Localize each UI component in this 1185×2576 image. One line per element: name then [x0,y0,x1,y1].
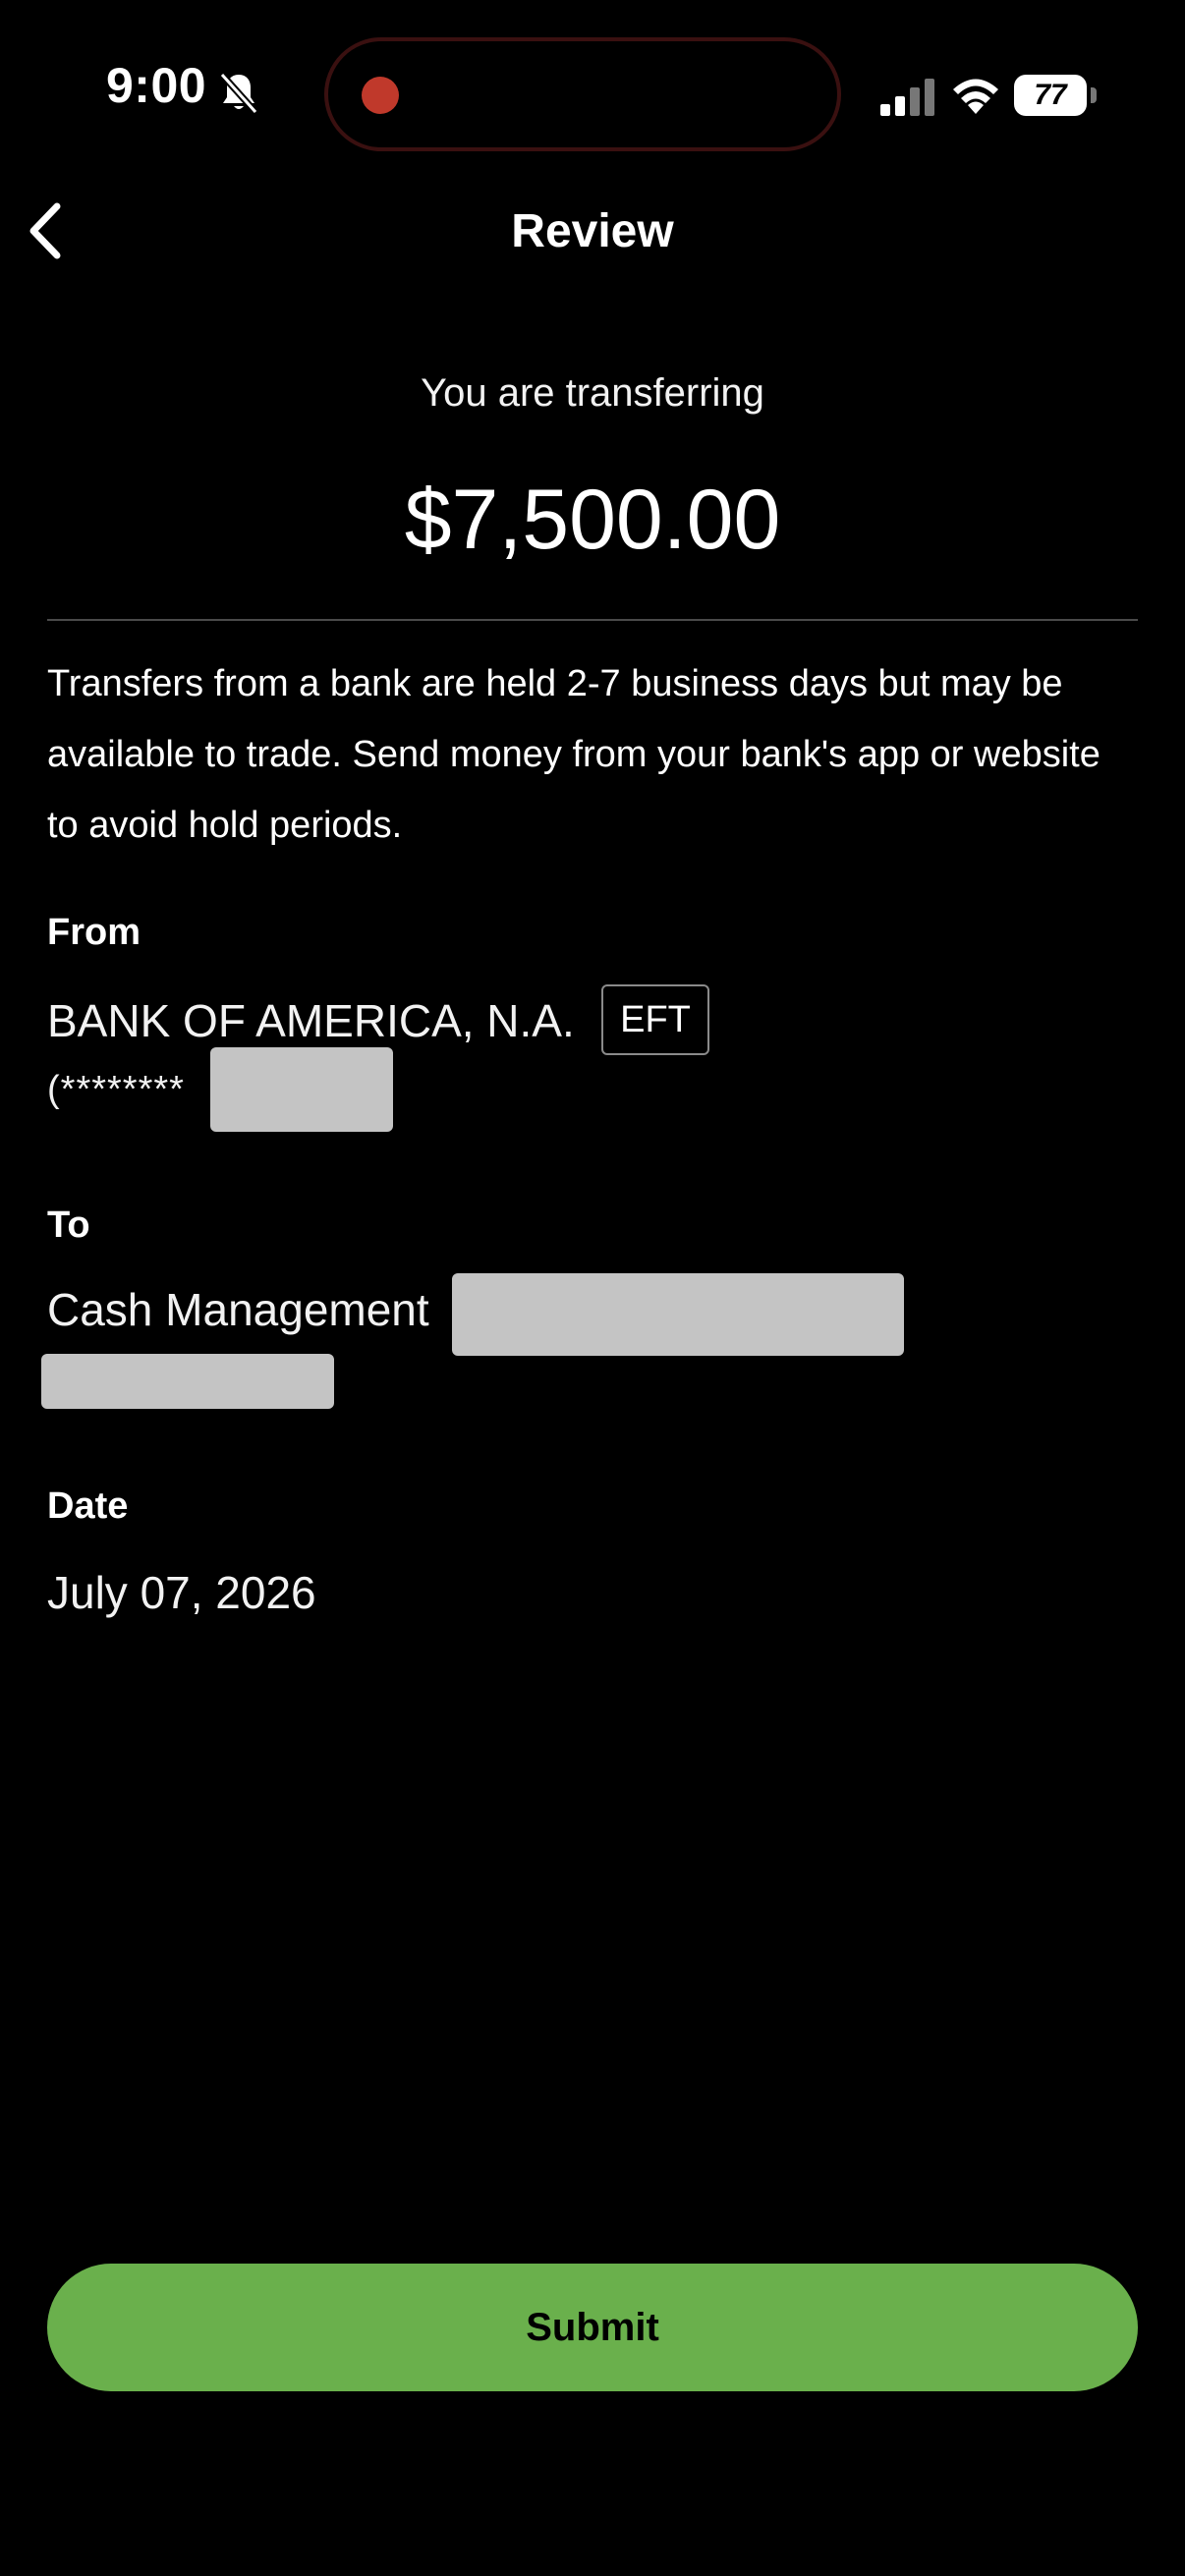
date-value: July 07, 2026 [47,1567,316,1618]
hold-notice: Transfers from a bank are held 2-7 busin… [47,663,1100,846]
eft-badge: EFT [601,984,709,1055]
submit-button[interactable]: Submit [47,2264,1138,2391]
transfer-subtitle: You are transferring [421,371,764,415]
dynamic-island [324,37,841,151]
recording-indicator-icon [362,77,399,114]
battery-level: 77 [1034,79,1067,111]
from-label: From [47,912,141,953]
cellular-signal-icon [880,79,934,116]
from-bank-name: BANK OF AMERICA, N.A. [47,995,575,1046]
page-title: Review [511,205,674,257]
redacted-to-account [452,1273,904,1356]
transfer-amount: $7,500.00 [404,473,781,567]
to-label: To [47,1204,90,1246]
from-account-mask: (******** [47,1069,185,1110]
status-time: 9:00 [106,58,207,113]
to-account-name: Cash Management [47,1284,429,1335]
divider [47,619,1138,621]
battery-icon: 77 [1014,75,1097,116]
redacted-account-number [210,1047,393,1132]
date-label: Date [47,1485,129,1527]
bell-off-icon [219,72,258,115]
redacted-to-account-detail [41,1354,334,1409]
wifi-icon [953,79,998,114]
